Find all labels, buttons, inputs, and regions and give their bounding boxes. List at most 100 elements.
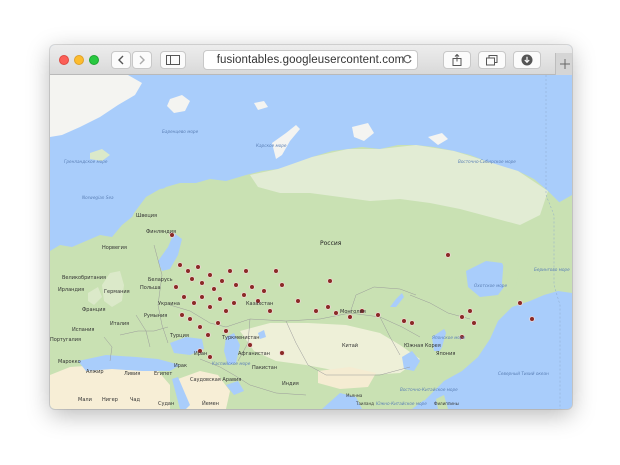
map-marker[interactable] xyxy=(199,280,205,286)
map-marker[interactable] xyxy=(227,268,233,274)
map-marker[interactable] xyxy=(185,268,191,274)
myanmar-label: Мьянма xyxy=(346,393,363,398)
minimize-window-button[interactable] xyxy=(74,55,84,65)
map-marker[interactable] xyxy=(261,288,267,294)
map-marker[interactable] xyxy=(279,282,285,288)
zoom-window-button[interactable] xyxy=(89,55,99,65)
map-marker[interactable] xyxy=(217,296,223,302)
map-marker[interactable] xyxy=(273,268,279,274)
map-marker[interactable] xyxy=(313,308,319,314)
share-icon xyxy=(452,54,462,66)
map-marker[interactable] xyxy=(189,276,195,282)
map-marker[interactable] xyxy=(347,314,353,320)
map-marker[interactable] xyxy=(241,292,247,298)
map-marker[interactable] xyxy=(529,316,535,322)
forward-button[interactable] xyxy=(132,51,152,69)
greenland-sea-label: Гренландское море xyxy=(64,159,108,164)
map-marker[interactable] xyxy=(223,308,229,314)
pakistan-label: Пакистан xyxy=(252,365,277,371)
egypt-label: Египет xyxy=(154,371,172,377)
map-marker[interactable] xyxy=(179,312,185,318)
map-marker[interactable] xyxy=(173,284,179,290)
map-marker[interactable] xyxy=(195,264,201,270)
map-marker[interactable] xyxy=(187,316,193,322)
map-marker[interactable] xyxy=(267,308,273,314)
india-label: Индия xyxy=(282,381,299,387)
map-marker[interactable] xyxy=(295,298,301,304)
east-siberian-sea-label: Восточно-Сибирское море xyxy=(458,159,516,164)
map-marker[interactable] xyxy=(199,294,205,300)
map-marker[interactable] xyxy=(401,318,407,324)
share-button[interactable] xyxy=(443,51,471,69)
map-marker[interactable] xyxy=(215,320,221,326)
map-marker[interactable] xyxy=(197,324,203,330)
map-canvas[interactable]: Гренландское море Баренцево море Карское… xyxy=(50,75,572,409)
map-marker[interactable] xyxy=(211,286,217,292)
mali-label: Мали xyxy=(78,397,92,403)
sudan-label: Судан xyxy=(158,401,174,407)
map-marker[interactable] xyxy=(279,350,285,356)
ukraine-label: Украина xyxy=(158,301,180,307)
back-button[interactable] xyxy=(111,51,131,69)
map-marker[interactable] xyxy=(249,284,255,290)
finland-label: Финляндия xyxy=(146,229,176,235)
japan-label: Япония xyxy=(436,351,455,357)
map-marker[interactable] xyxy=(177,262,183,268)
downloads-button[interactable] xyxy=(513,51,541,69)
address-bar[interactable]: fusiontables.googleusercontent.com xyxy=(203,50,418,70)
kara-sea-label: Карское море xyxy=(256,143,287,148)
iran-label: Иран xyxy=(194,351,207,357)
map-marker[interactable] xyxy=(375,312,381,318)
thailand-label: Таиланд xyxy=(355,401,374,406)
norwegian-sea-label: Norwegian Sea xyxy=(82,195,114,200)
niger-label: Нигер xyxy=(102,397,118,403)
map-marker[interactable] xyxy=(333,310,339,316)
map-marker[interactable] xyxy=(325,304,331,310)
bering-sea-label: Берингово море xyxy=(534,267,570,272)
south-china-sea-label: Южно-Китайское море xyxy=(376,401,427,406)
map-marker[interactable] xyxy=(207,272,213,278)
map-marker[interactable] xyxy=(207,304,213,310)
map-marker[interactable] xyxy=(207,354,213,360)
map-marker[interactable] xyxy=(445,252,451,258)
map-marker[interactable] xyxy=(459,314,465,320)
russia-label: Россия xyxy=(320,240,342,247)
map-marker[interactable] xyxy=(219,278,225,284)
forward-icon xyxy=(139,55,145,65)
mongolia-label: Монголия xyxy=(340,309,366,315)
portugal-label: Португалия xyxy=(50,337,81,343)
browser-toolbar: fusiontables.googleusercontent.com xyxy=(50,45,572,75)
sidebar-button[interactable] xyxy=(160,51,186,69)
map-marker[interactable] xyxy=(223,328,229,334)
belarus-label: Беларусь xyxy=(148,277,173,283)
close-window-button[interactable] xyxy=(59,55,69,65)
map-marker[interactable] xyxy=(191,300,197,306)
map-marker[interactable] xyxy=(467,308,473,314)
map-marker[interactable] xyxy=(233,282,239,288)
map-marker[interactable] xyxy=(409,320,415,326)
reload-icon[interactable] xyxy=(402,54,413,65)
map-marker[interactable] xyxy=(231,300,237,306)
libya-label: Ливия xyxy=(124,371,140,377)
norway-label: Норвегия xyxy=(102,245,127,251)
north-pacific-label: Северный Тихий океан xyxy=(498,371,549,376)
algeria-label: Алжир xyxy=(86,369,104,375)
map-marker[interactable] xyxy=(181,294,187,300)
france-label: Франция xyxy=(82,307,105,313)
map-marker[interactable] xyxy=(205,332,211,338)
spain-label: Испания xyxy=(72,327,94,333)
url-text: fusiontables.googleusercontent.com xyxy=(216,54,405,66)
map-marker[interactable] xyxy=(247,342,253,348)
new-tab-button[interactable] xyxy=(555,53,572,75)
map-marker[interactable] xyxy=(243,268,249,274)
kazakhstan-label: Казахстан xyxy=(246,301,273,307)
chad-label: Чад xyxy=(130,397,140,403)
map-marker[interactable] xyxy=(327,278,333,284)
japan-sea-label: Японское море xyxy=(431,335,466,340)
romania-label: Румыния xyxy=(144,313,167,319)
show-tabs-button[interactable] xyxy=(478,51,506,69)
sweden-label: Швеция xyxy=(136,213,157,219)
map-marker[interactable] xyxy=(517,300,523,306)
saudi-arabia-label: Саудовская Аравия xyxy=(190,377,241,383)
map-marker[interactable] xyxy=(471,320,477,326)
